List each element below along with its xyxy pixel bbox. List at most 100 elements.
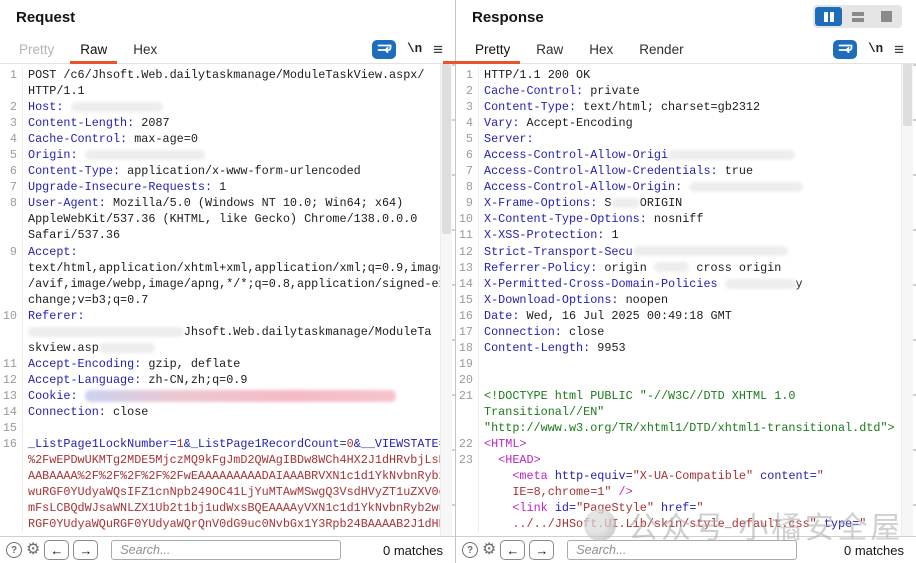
line-number: 16 [0,436,23,452]
code-line: 14X-Permitted-Cross-Domain-Policies y [456,276,916,292]
tab-render[interactable]: Render [626,35,696,63]
code-line: 8User-Agent: Mozilla/5.0 (Windows NT 10.… [0,195,455,211]
prev-match-button[interactable]: ← [44,540,69,560]
line-number [0,260,23,276]
line-number [0,276,23,292]
code-line: 14Connection: close [0,404,455,420]
code-line: ../../JHSoft.UI.Lib/skin/style_default.c… [456,516,916,532]
response-panel: Response PrettyRawHexRender \n ≡ 1HTTP/1… [456,0,916,563]
tab-pretty[interactable]: Pretty [6,35,67,63]
response-title: Response [472,9,544,26]
line-number: 2 [0,99,23,115]
code-line: 8Access-Control-Allow-Origin: [456,179,916,195]
layout-rows-button[interactable] [844,7,871,26]
redacted-text [725,279,796,289]
line-number: 15 [0,420,23,436]
layout-columns-button[interactable] [815,7,842,26]
search-input[interactable] [567,540,797,560]
response-tabs-row: PrettyRawHexRender \n ≡ [456,35,916,64]
code-line: change;v=b3;q=0.7 [0,292,455,308]
line-number: 12 [0,372,23,388]
line-number [456,516,479,532]
code-line: 18Content-Length: 9953 [456,340,916,356]
code-line: 1HTTP/1.1 200 OK [456,67,916,83]
line-number [0,452,23,468]
code-line: 4Cache-Control: max-age=0 [0,131,455,147]
request-scrollbar-thumb[interactable] [442,64,451,234]
code-line: 23 <HEAD> [456,452,916,468]
match-count: 0 matches [844,543,908,558]
redacted-text [633,246,789,256]
code-line: AABAAAA%2F%2F%2F%2F%2FwEAAAAAAAAADAIAAAB… [0,468,455,484]
line-number: 1 [0,67,23,83]
code-line: 11X-XSS-Protection: 1 [456,227,916,243]
line-number: 6 [0,163,23,179]
gear-icon[interactable]: ⚙ [26,542,40,558]
next-match-button[interactable]: → [529,540,554,560]
code-line: skview.asp [0,340,455,356]
response-scrollbar-thumb[interactable] [903,64,912,126]
line-number [0,83,23,99]
line-number: 10 [0,308,23,324]
line-number: 9 [0,244,23,260]
code-line: 2Cache-Control: private [456,83,916,99]
layout-single-button[interactable] [873,7,900,26]
request-code: 1POST /c6/Jhsoft.Web.dailytaskmanage/Mod… [0,64,455,532]
line-number: 3 [0,115,23,131]
columns-icon [824,12,828,22]
redacted-text [71,102,163,112]
prev-match-button[interactable]: ← [500,540,525,560]
word-wrap-button[interactable] [833,40,857,59]
response-code: 1HTTP/1.1 200 OK2Cache-Control: private3… [456,64,916,532]
help-icon[interactable]: ? [462,542,478,558]
search-input[interactable] [111,540,341,560]
layout-toggle [813,5,902,28]
code-line: 3Content-Type: text/html; charset=gb2312 [456,99,916,115]
code-line: 2Host: [0,99,455,115]
response-editor[interactable]: 1HTTP/1.1 200 OK2Cache-Control: private3… [456,64,916,536]
line-number [0,324,23,340]
gear-icon[interactable]: ⚙ [482,542,496,558]
line-number: 14 [456,276,479,292]
code-line: 6Access-Control-Allow-Origi [456,147,916,163]
response-scrollbar[interactable] [901,64,913,536]
show-newlines-button[interactable]: \n [868,42,883,56]
request-editor[interactable]: 1POST /c6/Jhsoft.Web.dailytaskmanage/Mod… [0,64,455,536]
editor-menu-icon[interactable]: ≡ [433,41,443,58]
line-number: 9 [456,195,479,211]
line-number: 13 [456,260,479,276]
request-tabs: PrettyRawHex [6,35,170,63]
line-number [456,468,479,484]
show-newlines-button[interactable]: \n [407,42,422,56]
code-line: 11Accept-Encoding: gzip, deflate [0,356,455,372]
help-icon[interactable]: ? [6,542,22,558]
next-match-button[interactable]: → [73,540,98,560]
tab-pretty[interactable]: Pretty [462,35,523,63]
tab-raw[interactable]: Raw [523,35,576,63]
word-wrap-button[interactable] [372,40,396,59]
line-number: 10 [456,211,479,227]
code-line: 16Date: Wed, 16 Jul 2025 00:49:18 GMT [456,308,916,324]
line-number: 19 [456,356,479,372]
code-line: 21<!DOCTYPE html PUBLIC "-//W3C//DTD XHT… [456,388,916,404]
tab-hex[interactable]: Hex [120,35,170,63]
tab-raw[interactable]: Raw [67,35,120,63]
code-line: %2FwEPDwUKMTg2MDE5MjczMQ9kFgJmD2QWAgIBDw… [0,452,455,468]
line-number [0,516,23,532]
editor-menu-icon[interactable]: ≡ [894,41,904,58]
code-line: IE=8,chrome=1" /> [456,484,916,500]
columns-icon [830,12,834,22]
line-number: 7 [456,163,479,179]
line-number: 3 [456,99,479,115]
code-line: 5Origin: [0,147,455,163]
redacted-text [99,343,156,353]
code-line: /avif,image/webp,image/apng,*/*;q=0.8,ap… [0,276,455,292]
line-number: 8 [0,195,23,211]
line-number: 23 [456,452,479,468]
tab-hex[interactable]: Hex [576,35,626,63]
line-number [456,484,479,500]
line-number: 5 [456,131,479,147]
request-title: Request [16,9,75,26]
code-line: 4Vary: Accept-Encoding [456,115,916,131]
request-scrollbar[interactable] [440,64,452,536]
